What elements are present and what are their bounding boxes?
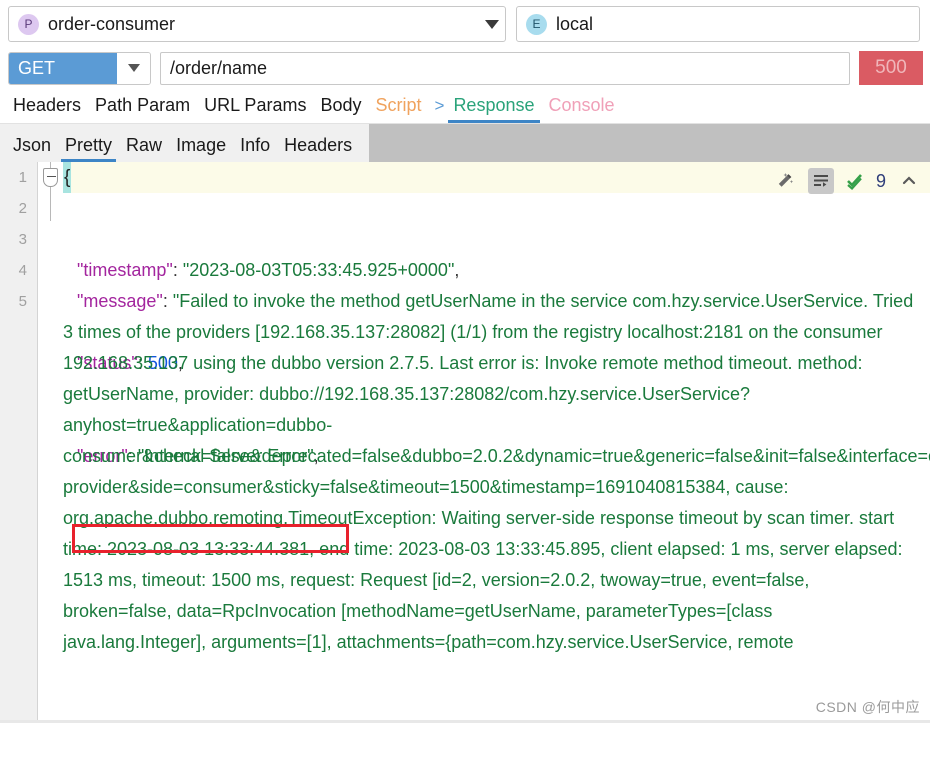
subtab-json[interactable]: Json: [6, 135, 58, 162]
line-number: 3: [18, 231, 27, 248]
api-client-window: P order-consumer E local GET /order/name…: [0, 0, 930, 772]
json-line-timestamp: "timestamp": "2023-08-03T05:33:45.925+00…: [77, 260, 460, 280]
subtab-raw[interactable]: Raw: [119, 135, 169, 162]
code-fold-column: [39, 162, 63, 723]
chevron-up-icon[interactable]: [896, 168, 922, 194]
json-open-brace: {: [63, 162, 72, 193]
line-number: 1: [18, 169, 27, 186]
method-chevron-down-icon[interactable]: [117, 52, 150, 84]
watermark: CSDN @何中应: [815, 699, 920, 715]
tab-expand-arrow-icon[interactable]: >: [429, 96, 447, 123]
environment-selector[interactable]: E local: [516, 6, 920, 42]
tab-script[interactable]: Script: [368, 95, 428, 123]
json-value: "2023-08-03T05:33:45.925+0000": [182, 260, 455, 280]
editor-bottom-edge: [0, 720, 930, 723]
response-body-editor[interactable]: 1 2 3 4 5 9 {"timestamp": "2023-08-03T0…: [0, 162, 930, 723]
magic-wand-icon[interactable]: [772, 168, 798, 194]
tab-path-param[interactable]: Path Param: [88, 95, 197, 123]
subtab-info[interactable]: Info: [233, 135, 277, 162]
subtab-pretty[interactable]: Pretty: [58, 135, 119, 162]
top-selector-bar: P order-consumer E local: [0, 0, 930, 43]
tab-body[interactable]: Body: [313, 95, 368, 123]
http-method-selector[interactable]: GET: [8, 51, 151, 85]
json-key: "timestamp": [77, 260, 173, 280]
json-line-message: "message": "Failed to invoke the method …: [63, 286, 930, 658]
http-method-label: GET: [9, 52, 117, 84]
url-input[interactable]: /order/name: [160, 51, 850, 85]
validation-count: 9: [875, 170, 886, 191]
tab-headers[interactable]: Headers: [6, 95, 88, 123]
fold-guide-line: [50, 187, 51, 221]
line-number: 4: [18, 262, 27, 279]
request-tabs: Headers Path Param URL Params Body Scrip…: [0, 88, 930, 124]
response-subtabs-inner: Json Pretty Raw Image Info Headers: [0, 124, 370, 162]
line-number-gutter: 1 2 3 4 5: [0, 162, 38, 723]
fold-toggle-icon[interactable]: [43, 168, 58, 187]
json-message-value: "Failed to invoke the method getUserName…: [63, 291, 930, 652]
double-check-icon[interactable]: [844, 168, 870, 194]
tab-response[interactable]: Response: [446, 95, 541, 123]
project-badge-icon: P: [18, 13, 39, 35]
request-bar: GET /order/name 500: [0, 48, 930, 88]
project-name: order-consumer: [48, 13, 176, 34]
json-key: "message": [77, 291, 163, 311]
line-number: 2: [18, 200, 27, 217]
subtab-image[interactable]: Image: [169, 135, 233, 162]
tab-url-params[interactable]: URL Params: [197, 95, 313, 123]
environment-badge-icon: E: [526, 13, 547, 35]
line-number: 5: [18, 293, 27, 310]
tab-console[interactable]: Console: [542, 95, 622, 123]
environment-name: local: [556, 13, 594, 34]
project-selector[interactable]: P order-consumer: [8, 6, 506, 42]
subtab-headers[interactable]: Headers: [277, 135, 359, 162]
status-code-badge: 500: [859, 51, 923, 85]
chevron-down-icon[interactable]: [485, 19, 499, 29]
response-subtabs: Json Pretty Raw Image Info Headers: [0, 124, 930, 162]
word-wrap-icon[interactable]: [807, 168, 834, 194]
editor-toolbar: 9: [772, 168, 922, 194]
